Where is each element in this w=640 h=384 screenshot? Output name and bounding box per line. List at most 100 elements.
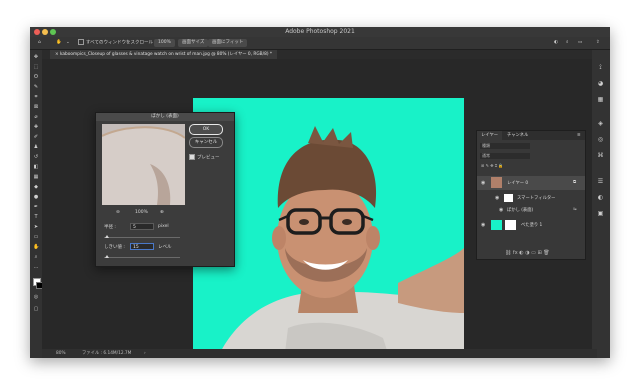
layers-dock-icon[interactable]: ◈ — [597, 120, 604, 127]
smart-filter-row[interactable]: ◉ スマートフィルター — [477, 193, 585, 203]
swatches-icon[interactable]: ▦ — [597, 96, 604, 103]
fill-screen-button[interactable]: 画面にフィット — [208, 39, 248, 47]
threshold-slider-thumb[interactable] — [105, 255, 109, 258]
tab-channels[interactable]: チャンネル — [503, 131, 532, 140]
learn-icon[interactable]: ⟟ — [597, 64, 604, 71]
title-bar: Adobe Photoshop 2021 — [30, 27, 610, 37]
rectangle-tool-icon[interactable]: ▭ — [33, 234, 39, 240]
more-tools-icon[interactable]: … — [33, 264, 39, 270]
status-bar: 80% ファイル : 6.14M/12.7M › — [42, 349, 597, 358]
smart-filter-eye-icon[interactable]: ◉ — [495, 195, 499, 201]
scroll-all-windows-checkbox[interactable]: すべてのウィンドウをスクロール — [78, 39, 153, 47]
status-arrow-icon[interactable]: › — [144, 349, 146, 358]
crop-tool-icon[interactable]: ⌗ — [33, 94, 39, 100]
photoshop-window: Adobe Photoshop 2021 ⌂ ✋ ⌄ すべてのウィンドウをスクロ… — [30, 27, 610, 358]
ok-button[interactable]: OK — [189, 124, 223, 135]
tab-layers[interactable]: レイヤー — [477, 131, 503, 140]
properties-icon[interactable]: ◐ — [597, 194, 604, 201]
radius-slider-thumb[interactable] — [105, 235, 109, 238]
document-tab-bar: × kaboompics_Closeup of glasses & vinata… — [42, 50, 610, 59]
quick-mask-icon[interactable]: ◎ — [33, 294, 39, 300]
dodge-tool-icon[interactable]: ● — [33, 194, 39, 200]
history-brush-tool-icon[interactable]: ↺ — [33, 154, 39, 160]
fill-visibility-eye-icon[interactable]: ◉ — [481, 222, 485, 228]
zoom-level[interactable]: 80% — [56, 349, 66, 358]
threshold-label: しきい値 : — [104, 245, 125, 250]
layers-footer-icons[interactable]: ⛓ fx ◐ ◑ ▭ ⊞ 🗑 — [505, 250, 550, 256]
share-icon[interactable]: ⇪ — [596, 39, 600, 47]
app-title: Adobe Photoshop 2021 — [285, 28, 355, 35]
dialog-title[interactable]: ぼかし (表面) — [96, 113, 234, 121]
threshold-unit: レベル — [158, 245, 172, 250]
fit-screen-button[interactable]: 画面サイズ — [178, 39, 209, 47]
clone-stamp-tool-icon[interactable]: ♟ — [33, 144, 39, 150]
move-tool-icon[interactable]: ✥ — [33, 54, 39, 60]
panel-menu-icon[interactable]: ≡ — [573, 131, 585, 140]
radius-label: 半径 : — [104, 225, 116, 230]
marquee-tool-icon[interactable]: ⬚ — [33, 64, 39, 70]
preview-checkbox[interactable] — [189, 154, 195, 160]
search-icon[interactable]: ⌕ — [566, 39, 569, 47]
layer-filter-label: 種類 — [482, 143, 490, 148]
screen-mode-icon[interactable]: ▢ — [33, 306, 39, 312]
channels-dock-icon[interactable]: ◎ — [597, 136, 604, 143]
adjustments-icon[interactable]: ☰ — [597, 178, 604, 185]
account-icon[interactable]: ◐ — [554, 39, 558, 47]
layer-name: レイヤー 0 — [507, 181, 529, 186]
smart-filter-label: スマートフィルター — [517, 196, 556, 201]
zoom-100-button[interactable]: 100% — [154, 39, 175, 47]
type-tool-icon[interactable]: T — [33, 214, 39, 220]
blend-mode-select[interactable]: 通常 — [480, 153, 530, 159]
layer-row-fill[interactable]: ◉ べた塗り 1 — [477, 218, 585, 232]
radius-slider[interactable] — [104, 237, 180, 238]
path-select-tool-icon[interactable]: ➤ — [33, 224, 39, 230]
fill-color-thumbnail — [491, 220, 502, 230]
filter-preview[interactable] — [102, 124, 185, 205]
scroll-all-windows-label: すべてのウィンドウをスクロール — [86, 40, 154, 46]
libraries-icon[interactable]: ▣ — [597, 210, 604, 217]
radius-unit: pixel — [158, 224, 169, 229]
threshold-slider[interactable] — [104, 257, 180, 258]
preview-zoom-value: 100% — [135, 210, 148, 215]
lasso-tool-icon[interactable]: ʘ — [33, 74, 39, 80]
zoom-tool-icon[interactable]: ⌕ — [33, 254, 39, 260]
zoom-out-icon[interactable]: ⊖ — [116, 210, 120, 215]
color-icon[interactable]: ◕ — [597, 80, 604, 87]
zoom-in-icon[interactable]: ⊕ — [160, 210, 164, 215]
layer-filter-field[interactable]: 種類 — [480, 143, 530, 149]
hand-tool-icon[interactable]: ✋ — [56, 39, 62, 47]
lock-icons[interactable]: ⊞ ✎ ✥ ⌗ 🔒 — [481, 163, 503, 168]
tools-panel: ✥ ⬚ ʘ ✎ ⌗ ⊠ ⌀ ✚ ✐ ♟ ↺ ◧ ▦ ◆ ● ✒ T ➤ ▭ ✋ … — [30, 50, 43, 358]
gradient-tool-icon[interactable]: ▦ — [33, 174, 39, 180]
preview-checkbox-row[interactable]: プレビュー — [189, 154, 220, 161]
document-tab[interactable]: × kaboompics_Closeup of glasses & vinata… — [50, 50, 278, 59]
fill-layer-name: べた塗り 1 — [521, 223, 543, 228]
cancel-button[interactable]: キャンセル — [189, 137, 223, 148]
blur-tool-icon[interactable]: ◆ — [33, 184, 39, 190]
paths-dock-icon[interactable]: ⌘ — [597, 152, 604, 159]
smart-object-icon: ⧉ — [573, 180, 577, 185]
hand-tool-icon[interactable]: ✋ — [33, 244, 39, 250]
radius-input[interactable]: 5 — [130, 223, 154, 230]
filter-mask-thumbnail — [504, 194, 513, 202]
pen-tool-icon[interactable]: ✒ — [33, 204, 39, 210]
eyedropper-tool-icon[interactable]: ⌀ — [33, 114, 39, 120]
blend-mode-label: 通常 — [482, 153, 490, 158]
layers-panel: レイヤー チャンネル ≡ 種類 通常 ⊞ ✎ ✥ ⌗ 🔒 ◉ レイヤー 0 ⧉ … — [476, 130, 586, 260]
workspace-icon[interactable]: ▭ — [578, 39, 582, 47]
filter-eye-icon[interactable]: ◉ — [499, 207, 503, 213]
eraser-tool-icon[interactable]: ◧ — [33, 164, 39, 170]
filter-options-icon[interactable]: ⇋ — [573, 207, 577, 212]
checkbox-box[interactable] — [78, 39, 84, 45]
healing-brush-tool-icon[interactable]: ✚ — [33, 124, 39, 130]
threshold-input[interactable]: 15 — [130, 243, 154, 250]
layer-row-layer0[interactable]: ◉ レイヤー 0 ⧉ — [477, 176, 585, 190]
frame-tool-icon[interactable]: ⊠ — [33, 104, 39, 110]
home-icon[interactable]: ⌂ — [38, 39, 41, 47]
quick-select-tool-icon[interactable]: ✎ — [33, 84, 39, 90]
tool-preset-dropdown[interactable]: ⌄ — [66, 39, 70, 47]
filter-effect-row[interactable]: ◉ ぼかし (表面) ⇋ — [477, 205, 585, 214]
brush-tool-icon[interactable]: ✐ — [33, 134, 39, 140]
options-bar: ⌂ ✋ ⌄ すべてのウィンドウをスクロール 100% 画面サイズ 画面にフィット… — [30, 37, 610, 50]
visibility-eye-icon[interactable]: ◉ — [481, 180, 485, 186]
